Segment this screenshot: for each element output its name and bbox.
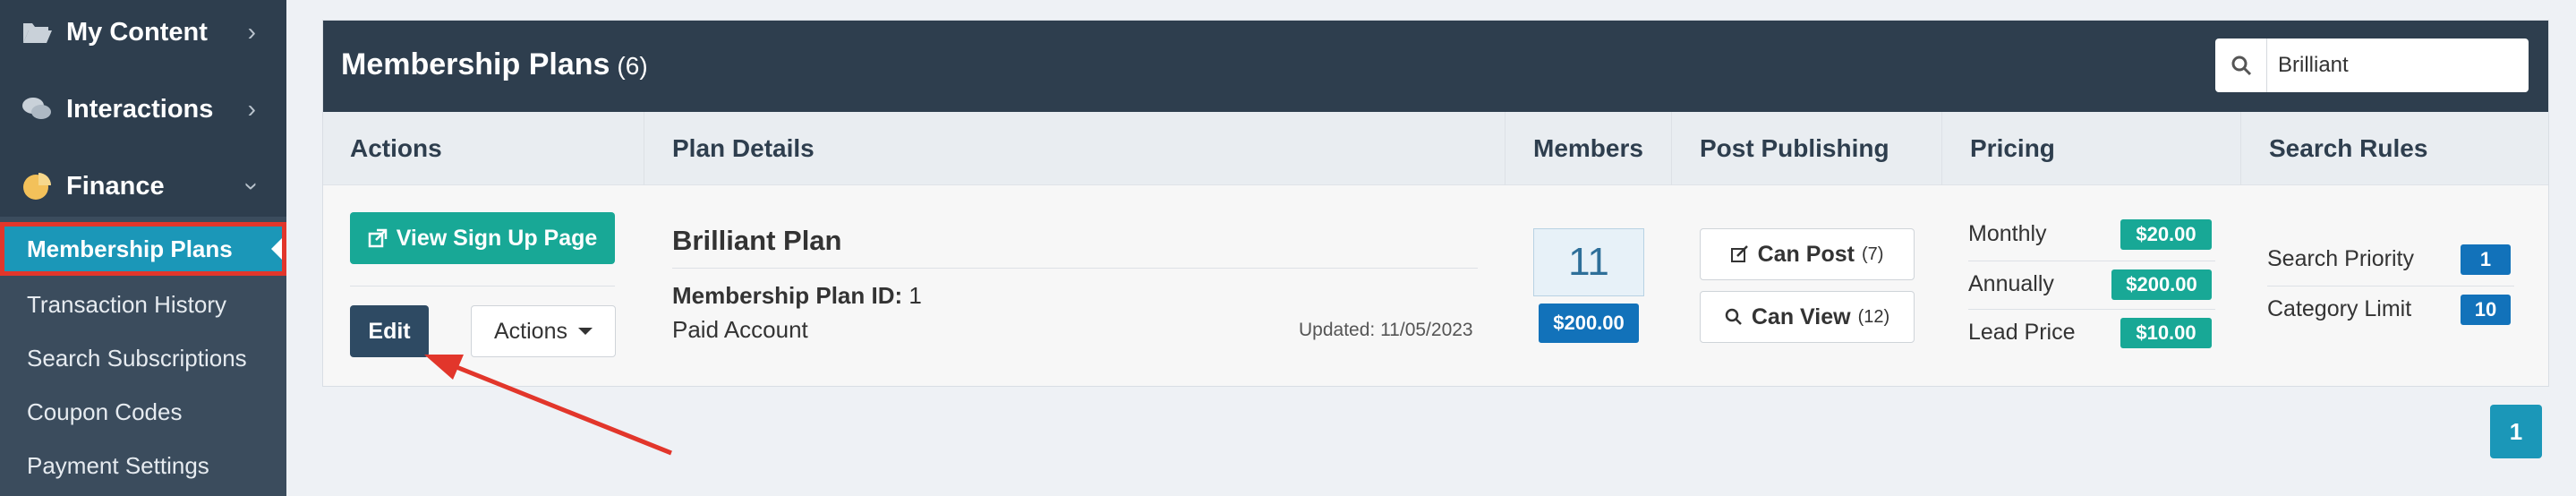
page-title-text: Membership Plans: [341, 47, 610, 81]
plan-count: (6): [617, 52, 648, 80]
page-title: Membership Plans (6): [341, 47, 648, 82]
sidebar-item-label: Coupon Codes: [27, 398, 183, 425]
members-count[interactable]: 11: [1533, 228, 1644, 296]
sidebar-item-payment-settings[interactable]: Payment Settings: [0, 439, 286, 492]
actions-dropdown-label: Actions: [494, 318, 567, 344]
pagination-page-1[interactable]: 1: [2490, 405, 2542, 458]
finance-submenu: Membership Plans Transaction History Sea…: [0, 217, 286, 496]
divider: [1968, 309, 2215, 310]
plan-id: Membership Plan ID: 1: [672, 282, 922, 310]
sidebar-item-coupon-codes[interactable]: Coupon Codes: [0, 385, 286, 439]
search-rule-badge: 1: [2461, 244, 2511, 275]
can-post-button[interactable]: Can Post (7): [1700, 228, 1915, 280]
sidebar-item-label: Transaction History: [27, 290, 226, 318]
nav-finance[interactable]: Finance ›: [0, 150, 286, 222]
nav-my-content[interactable]: My Content ›: [0, 0, 286, 68]
sidebar-item-label: Membership Plans: [27, 235, 233, 262]
search-icon[interactable]: [2215, 38, 2267, 92]
edit-button[interactable]: Edit: [350, 305, 429, 357]
sidebar-item-transaction-history[interactable]: Transaction History: [0, 278, 286, 331]
chevron-right-icon: ›: [247, 18, 256, 46]
view-signup-page-button[interactable]: View Sign Up Page: [350, 212, 615, 264]
pricing-badge: $10.00: [2120, 318, 2212, 348]
chevron-right-icon: ›: [247, 95, 256, 123]
pricing-label: Annually: [1968, 271, 2054, 296]
folder-icon: [20, 15, 54, 49]
can-post-count: (7): [1861, 244, 1884, 264]
table-row: [323, 185, 2548, 386]
table-header: Actions Plan Details Members Post Publis…: [323, 112, 2548, 185]
account-type: Paid Account: [672, 316, 808, 343]
divider: [672, 268, 1478, 269]
can-view-count: (12): [1857, 306, 1890, 327]
membership-plans-panel: Membership Plans(6) Actions Plan Details…: [322, 20, 2549, 387]
pricing-label: Lead Price: [1968, 320, 2076, 345]
column-header-pricing: Pricing: [1970, 134, 2055, 162]
search-input[interactable]: [2267, 53, 2518, 78]
chat-icon: [20, 92, 54, 126]
can-view-button[interactable]: Can View (12): [1700, 291, 1915, 343]
panel-header: Membership Plans (6): [323, 21, 2548, 112]
nav-my-content-label: My Content: [66, 17, 208, 47]
edit-square-icon: [1730, 245, 1749, 263]
search-rule-badge: 10: [2461, 295, 2511, 325]
column-header-search-rules: Search Rules: [2269, 134, 2428, 162]
column-header-actions: Actions: [350, 134, 442, 162]
edit-label: Edit: [368, 318, 411, 344]
sidebar-item-search-subscriptions[interactable]: Search Subscriptions: [0, 331, 286, 385]
search-icon: [1725, 308, 1743, 326]
sidebar-item-label: Payment Settings: [27, 451, 209, 479]
sidebar-item-membership-plans[interactable]: Membership Plans: [0, 222, 286, 276]
actions-dropdown[interactable]: Actions: [471, 305, 616, 357]
can-post-label: Can Post: [1757, 241, 1855, 267]
can-view-label: Can View: [1751, 304, 1851, 329]
external-link-icon: [368, 228, 388, 248]
nav-interactions-label: Interactions: [66, 94, 214, 124]
column-header-plan-details: Plan Details: [672, 134, 815, 162]
caret-down-icon: [577, 328, 593, 335]
pie-chart-icon: [20, 169, 54, 203]
pricing-label: Monthly: [1968, 221, 2047, 246]
plan-id-value: 1: [908, 282, 922, 309]
plan-id-label: Membership Plan ID:: [672, 282, 903, 309]
search-rule-label: Category Limit: [2267, 296, 2412, 321]
search-box: [2215, 38, 2529, 92]
column-header-post-publishing: Post Publishing: [1700, 134, 1889, 162]
search-rule-label: Search Priority: [2267, 246, 2414, 271]
nav-interactions[interactable]: Interactions ›: [0, 73, 286, 145]
nav-finance-label: Finance: [66, 171, 165, 201]
updated-date: Updated: 11/05/2023: [1299, 320, 1473, 340]
plan-name: Brilliant Plan: [672, 225, 842, 256]
sidebar-item-label: Search Subscriptions: [27, 344, 247, 372]
active-caret-icon: [271, 238, 282, 260]
column-header-members: Members: [1533, 134, 1643, 162]
view-signup-label: View Sign Up Page: [396, 225, 598, 251]
members-revenue-badge: $200.00: [1539, 304, 1639, 343]
pricing-badge: $20.00: [2120, 219, 2212, 250]
chevron-down-icon: ›: [238, 182, 267, 191]
pricing-badge: $200.00: [2111, 269, 2212, 300]
sidebar: My Content › Interactions › Finance › Me…: [0, 0, 286, 496]
